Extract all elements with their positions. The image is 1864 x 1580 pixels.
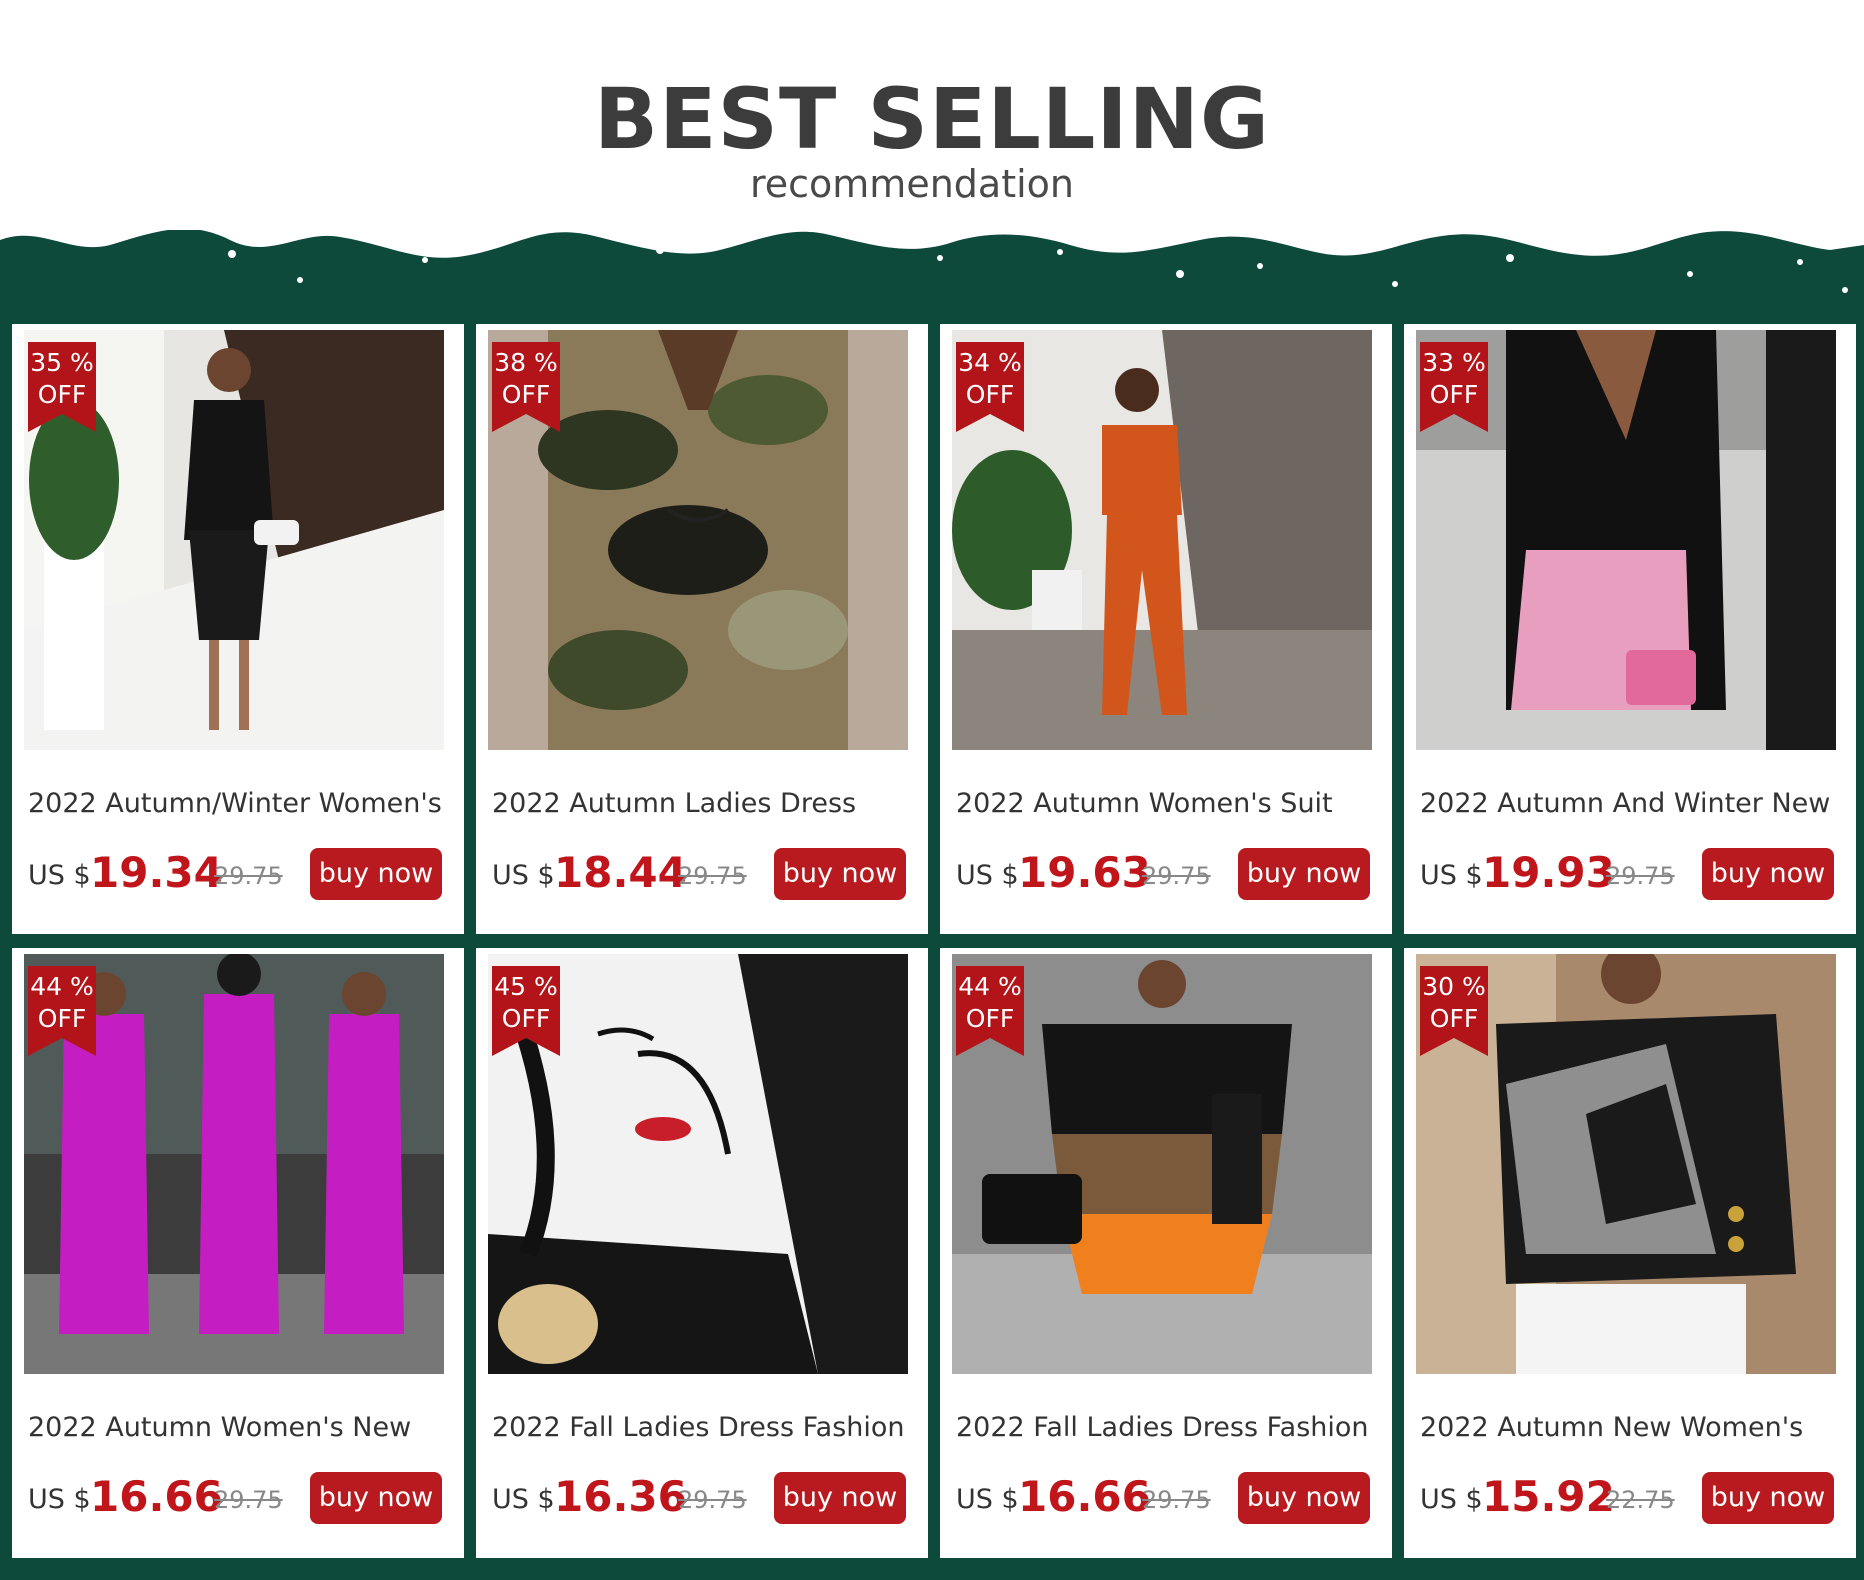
currency-label: US $ xyxy=(956,1484,1019,1515)
discount-off-label: OFF xyxy=(1429,380,1479,409)
product-card[interactable]: 33 % OFF 2022 Autumn And Winter New US $… xyxy=(1404,324,1856,934)
discount-off-label: OFF xyxy=(501,1004,551,1033)
original-price: 29.75 xyxy=(214,862,283,890)
currency-label: US $ xyxy=(1420,1484,1483,1515)
currency-label: US $ xyxy=(28,1484,91,1515)
section-title: BEST SELLING xyxy=(594,70,1270,168)
buy-now-button[interactable]: buy now xyxy=(774,848,906,900)
sale-price: 19.93 xyxy=(1482,848,1615,897)
discount-off-label: OFF xyxy=(37,380,87,409)
product-card[interactable]: 45 % OFF 2022 Fall Ladies Dress Fashion … xyxy=(476,948,928,1558)
buy-now-button[interactable]: buy now xyxy=(1702,1472,1834,1524)
discount-percent: 45 % xyxy=(494,972,558,1001)
currency-label: US $ xyxy=(28,860,91,891)
buy-now-button[interactable]: buy now xyxy=(310,1472,442,1524)
original-price: 29.75 xyxy=(1142,862,1211,890)
sale-price: 15.92 xyxy=(1482,1472,1615,1521)
product-title[interactable]: 2022 Autumn New Women's xyxy=(1420,1412,1840,1443)
price-row: US $ 16.36 29.75 buy now xyxy=(492,1470,912,1526)
discount-badge: 44 % OFF xyxy=(956,966,1024,1056)
discount-percent: 35 % xyxy=(30,348,94,377)
original-price: 29.75 xyxy=(1142,1486,1211,1514)
original-price: 29.75 xyxy=(678,862,747,890)
discount-off-label: OFF xyxy=(1429,1004,1479,1033)
price-row: US $ 19.34 29.75 buy now xyxy=(28,846,448,902)
product-title[interactable]: 2022 Autumn Ladies Dress xyxy=(492,788,912,819)
discount-off-label: OFF xyxy=(965,1004,1015,1033)
discount-percent: 33 % xyxy=(1422,348,1486,377)
product-title[interactable]: 2022 Autumn Women's New xyxy=(28,1412,448,1443)
discount-badge: 30 % OFF xyxy=(1420,966,1488,1056)
buy-now-button[interactable]: buy now xyxy=(774,1472,906,1524)
currency-label: US $ xyxy=(1420,860,1483,891)
discount-percent: 34 % xyxy=(958,348,1022,377)
currency-label: US $ xyxy=(492,1484,555,1515)
section-subtitle: recommendation xyxy=(749,162,1074,206)
snowflake-dots-decoration xyxy=(228,246,1848,293)
buy-now-button[interactable]: buy now xyxy=(310,848,442,900)
discount-badge: 45 % OFF xyxy=(492,966,560,1056)
product-card[interactable]: 34 % OFF 2022 Autumn Women's Suit US $ 1… xyxy=(940,324,1392,934)
discount-percent: 44 % xyxy=(958,972,1022,1001)
discount-badge: 38 % OFF xyxy=(492,342,560,432)
product-title[interactable]: 2022 Autumn And Winter New xyxy=(1420,788,1840,819)
price-row: US $ 18.44 29.75 buy now xyxy=(492,846,912,902)
currency-label: US $ xyxy=(956,860,1019,891)
original-price: 29.75 xyxy=(678,1486,747,1514)
discount-off-label: OFF xyxy=(965,380,1015,409)
product-title[interactable]: 2022 Fall Ladies Dress Fashion xyxy=(956,1412,1376,1443)
sale-price: 18.44 xyxy=(554,848,687,897)
product-card[interactable]: 44 % OFF 2022 Fall Ladies Dress Fashion … xyxy=(940,948,1392,1558)
sale-price: 19.63 xyxy=(1018,848,1151,897)
product-card[interactable]: 44 % OFF 2022 Autumn Women's New US $ 16… xyxy=(12,948,464,1558)
buy-now-button[interactable]: buy now xyxy=(1238,1472,1370,1524)
original-price: 29.75 xyxy=(1606,862,1675,890)
buy-now-button[interactable]: buy now xyxy=(1238,848,1370,900)
sale-price: 16.36 xyxy=(554,1472,687,1521)
discount-off-label: OFF xyxy=(501,380,551,409)
discount-badge: 44 % OFF xyxy=(28,966,96,1056)
product-title[interactable]: 2022 Autumn Women's Suit xyxy=(956,788,1376,819)
discount-percent: 30 % xyxy=(1422,972,1486,1001)
discount-off-label: OFF xyxy=(37,1004,87,1033)
currency-label: US $ xyxy=(492,860,555,891)
header: BEST SELLING recommendation xyxy=(0,0,1864,240)
discount-percent: 38 % xyxy=(494,348,558,377)
product-title[interactable]: 2022 Autumn/Winter Women's xyxy=(28,788,448,819)
discount-badge: 35 % OFF xyxy=(28,342,96,432)
product-title[interactable]: 2022 Fall Ladies Dress Fashion xyxy=(492,1412,912,1443)
discount-badge: 34 % OFF xyxy=(956,342,1024,432)
price-row: US $ 19.93 29.75 buy now xyxy=(1420,846,1840,902)
price-row: US $ 15.92 22.75 buy now xyxy=(1420,1470,1840,1526)
sale-price: 19.34 xyxy=(90,848,223,897)
product-card[interactable]: 35 % OFF 2022 Autumn/Winter Women's US $… xyxy=(12,324,464,934)
sale-price: 16.66 xyxy=(90,1472,223,1521)
product-card[interactable]: 38 % OFF 2022 Autumn Ladies Dress US $ 1… xyxy=(476,324,928,934)
product-card[interactable]: 30 % OFF 2022 Autumn New Women's US $ 15… xyxy=(1404,948,1856,1558)
buy-now-button[interactable]: buy now xyxy=(1702,848,1834,900)
price-row: US $ 16.66 29.75 buy now xyxy=(956,1470,1376,1526)
original-price: 29.75 xyxy=(214,1486,283,1514)
price-row: US $ 19.63 29.75 buy now xyxy=(956,846,1376,902)
sale-price: 16.66 xyxy=(1018,1472,1151,1521)
original-price: 22.75 xyxy=(1606,1486,1675,1514)
discount-badge: 33 % OFF xyxy=(1420,342,1488,432)
price-row: US $ 16.66 29.75 buy now xyxy=(28,1470,448,1526)
discount-percent: 44 % xyxy=(30,972,94,1001)
